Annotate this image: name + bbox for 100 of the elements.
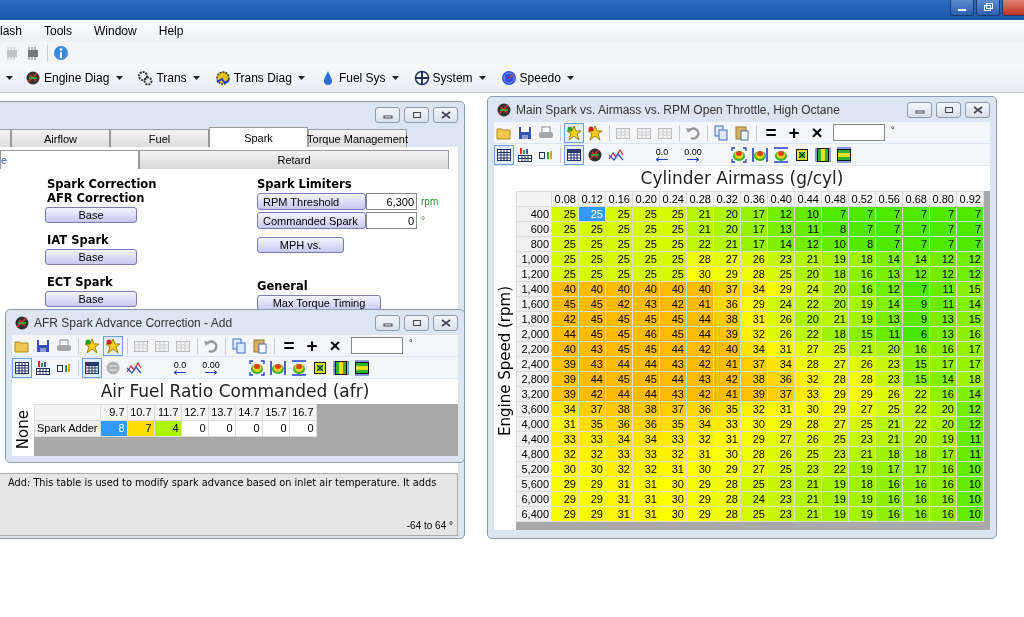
surface-icon — [249, 359, 265, 376]
multiply-button[interactable]: × — [806, 122, 828, 143]
toolbar-button[interactable] — [834, 144, 854, 165]
toolbar-button[interactable] — [12, 357, 32, 378]
toolbar-button[interactable] — [494, 144, 514, 165]
maximize-icon — [943, 105, 954, 114]
value-field[interactable]: 0 — [366, 212, 417, 229]
restore-icon — [983, 3, 993, 12]
chip-icon — [4, 45, 20, 61]
row-icon — [836, 146, 852, 163]
column-header: 10.7 — [127, 404, 155, 421]
section-heading: Spark Correction — [47, 177, 158, 191]
copy-icon — [713, 124, 729, 141]
base-button[interactable]: Base — [45, 291, 137, 307]
axis-title: Air Fuel Ratio Commanded (afr) — [12, 379, 458, 404]
multiply-button[interactable]: × — [324, 335, 346, 356]
tab[interactable]: Torque Management — [308, 129, 407, 147]
plus-button[interactable]: + — [783, 122, 805, 143]
engine-icon — [587, 146, 603, 163]
equals-button[interactable]: = — [760, 122, 782, 143]
engine-icon — [14, 314, 30, 331]
field-label-button[interactable]: RPM Threshold — [257, 193, 366, 210]
column-header: 0.32 — [713, 191, 741, 207]
menu-item[interactable]: Tools — [44, 22, 73, 40]
info-icon — [53, 45, 69, 61]
description-text: Add: This table is used to modify spark advance based on inlet air temperature. It adds — [7, 477, 438, 488]
column-header: 15.7 — [262, 404, 290, 421]
right-arrow-icon — [686, 156, 700, 162]
group-label: IAT Spark — [47, 233, 110, 247]
fit-icon — [794, 146, 810, 163]
column-header: 11.7 — [154, 404, 182, 421]
tab[interactable]: e — [0, 150, 139, 169]
close-button[interactable] — [1002, 0, 1024, 16]
column-header: 0.48 — [821, 191, 849, 207]
maximize-button[interactable] — [404, 314, 429, 331]
nav-button[interactable]: Trans Diag — [211, 68, 295, 88]
decimals-button[interactable]: 0.0 — [647, 144, 677, 165]
nav-button[interactable]: System — [410, 68, 476, 88]
close-icon — [440, 318, 451, 327]
restore-button[interactable] — [976, 0, 1000, 16]
column-icon — [333, 359, 349, 376]
maximize-icon — [411, 110, 422, 119]
surface-icon — [731, 146, 747, 163]
decimals-button[interactable]: 0.0 — [165, 357, 195, 378]
surface-icon — [773, 146, 789, 163]
column-icon — [815, 146, 831, 163]
plus-button[interactable]: + — [301, 335, 323, 356]
value-field[interactable] — [351, 337, 403, 354]
tab[interactable]: Fuel — [110, 129, 209, 147]
close-icon — [440, 110, 451, 119]
maximize-button[interactable] — [404, 106, 429, 123]
field-label-button[interactable]: Commanded Spark — [257, 212, 366, 229]
axis-title: None — [13, 410, 33, 450]
close-button[interactable] — [433, 314, 458, 331]
maximize-icon — [411, 318, 422, 327]
mph-button[interactable]: MPH vs. — [257, 237, 344, 253]
toolbar-button[interactable] — [82, 357, 102, 378]
tab[interactable]: Airflow — [11, 129, 110, 147]
decimals-button[interactable]: 0.00 — [678, 144, 708, 165]
base-button[interactable]: Base — [45, 207, 137, 223]
gauge-icon — [500, 70, 517, 86]
nav-button[interactable]: Speedo — [497, 68, 564, 88]
value-field[interactable]: 6,300 — [366, 193, 417, 210]
menu-item[interactable]: Help — [158, 22, 184, 40]
toolbar-button[interactable] — [564, 144, 584, 165]
tab[interactable] — [0, 129, 11, 147]
menu-item[interactable]: lash — [0, 22, 22, 40]
toolbar-button[interactable] — [352, 357, 372, 378]
unit-label: ° — [421, 215, 425, 226]
base-button[interactable]: Base — [45, 249, 137, 265]
maximize-button[interactable] — [936, 101, 961, 118]
undo-icon — [203, 337, 219, 354]
nav-button[interactable]: Fuel Sys — [316, 68, 389, 88]
caret-icon — [298, 76, 306, 80]
left-arrow-icon — [173, 369, 187, 375]
surface-icon — [752, 146, 768, 163]
group-label: AFR Correction — [47, 191, 146, 205]
caret-icon — [392, 76, 400, 80]
left-arrow-icon — [655, 156, 669, 162]
nav-button[interactable]: Trans — [134, 68, 190, 88]
surface-icon — [270, 359, 286, 376]
column-header: 13.7 — [208, 404, 236, 421]
column-header: 0.28 — [686, 191, 714, 207]
close-button[interactable] — [965, 101, 990, 118]
column-header: 0.92 — [956, 191, 984, 207]
nav-button[interactable]: Engine Diag — [22, 68, 113, 88]
value-field[interactable] — [833, 124, 885, 141]
column-header: 0.08 — [551, 191, 579, 207]
engine-icon — [105, 359, 121, 376]
section-heading: Spark Limiters — [257, 177, 353, 191]
menu-item[interactable]: Window — [94, 22, 137, 40]
column-header: 0.44 — [794, 191, 822, 207]
equals-button[interactable]: = — [278, 335, 300, 356]
column-header: 0.56 — [875, 191, 903, 207]
decimals-button[interactable]: 0.00 — [196, 357, 226, 378]
minimize-button[interactable] — [950, 0, 974, 16]
column-header: 0.68 — [902, 191, 930, 207]
tab[interactable]: Retard — [139, 150, 449, 169]
tab[interactable]: Spark — [209, 127, 308, 147]
close-button[interactable] — [433, 106, 458, 123]
